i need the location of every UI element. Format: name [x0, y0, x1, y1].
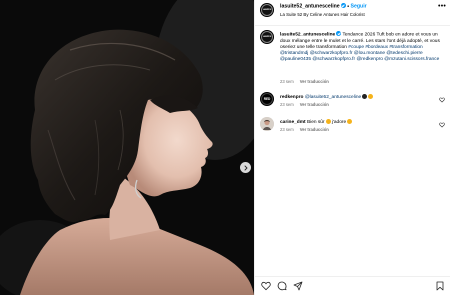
mention[interactable]: @lou.montane: [354, 51, 385, 56]
commenter-avatar[interactable]: RED: [260, 92, 274, 106]
comment-mention[interactable]: @lasuite52_antunesceline: [305, 95, 361, 100]
hashtag[interactable]: #transformation: [389, 45, 422, 50]
mention[interactable]: @tristandmdj: [280, 51, 308, 56]
mention[interactable]: @schwarzkopfpro.fr: [310, 51, 353, 56]
avatar-text: LA SUITE 52: [262, 36, 272, 38]
caption-time[interactable]: 23 sem: [280, 79, 294, 84]
separator: •: [347, 3, 350, 10]
commenter-avatar[interactable]: [260, 117, 274, 131]
comment-username[interactable]: redkenpro: [280, 95, 303, 100]
caption-username[interactable]: lasuite52_antunesceline: [280, 33, 335, 38]
comment-time[interactable]: 23 sem: [280, 127, 294, 132]
hashtag[interactable]: #coupe: [348, 45, 364, 50]
comment-text: Bien sûr: [306, 120, 325, 126]
verified-icon: [336, 31, 342, 36]
save-icon[interactable]: [435, 281, 445, 291]
hashtag[interactable]: #bordeaux: [365, 45, 388, 50]
verified-icon: [340, 3, 346, 8]
more-icon[interactable]: •••: [438, 3, 446, 10]
comment-meta: 23 sem Ver traducción: [280, 102, 335, 107]
chevron-right-icon: [244, 165, 248, 170]
portrait-photo: [0, 0, 254, 295]
see-translation-link[interactable]: Ver traducción: [300, 79, 329, 84]
mention[interactable]: @redkenpro: [356, 57, 382, 62]
share-icon[interactable]: [293, 281, 303, 291]
like-comment-heart-icon[interactable]: [439, 97, 445, 103]
comment-body: carine_dmt Bien sûr j'adore: [280, 119, 430, 126]
post-side-panel: LA SUITE 52 lasuite52_antunesceline • Segu…: [254, 0, 450, 295]
author-username[interactable]: lasuite52_antunesceline: [280, 4, 340, 10]
post-header: LA SUITE 52 lasuite52_antunesceline • Segu…: [255, 0, 450, 26]
see-translation-link[interactable]: Ver traducción: [300, 127, 329, 132]
like-comment-heart-icon[interactable]: [439, 122, 445, 128]
author-subtitle[interactable]: La Suite 52 By Celine Antunes Hair Color…: [280, 12, 365, 17]
smile-emoji-icon: [325, 119, 331, 124]
comment-text-2: j'adore: [331, 120, 347, 126]
post-caption: lasuite52_antunesceline Tendance 2026 Tu…: [280, 31, 446, 63]
heart-icon[interactable]: [261, 281, 271, 291]
comment-icon[interactable]: [277, 281, 287, 291]
instagram-post-modal: LA SUITE 52 lasuite52_antunesceline • Segu…: [0, 0, 450, 295]
avatar-text: LA SUITE 52: [262, 9, 272, 11]
next-image-button[interactable]: [240, 162, 251, 173]
caption-avatar[interactable]: LA SUITE 52: [260, 30, 274, 44]
mention[interactable]: @pauline0435: [280, 57, 311, 62]
post-action-bar: [255, 276, 450, 295]
mention[interactable]: @tedeschi.pierre: [386, 51, 422, 56]
see-translation-link[interactable]: Ver traducción: [300, 102, 329, 107]
mention[interactable]: @schwarzkopfpro.fr: [312, 57, 355, 62]
caption-meta: 23 sem Ver traducción: [280, 79, 335, 84]
comment-meta: 23 sem Ver traducción: [280, 127, 335, 132]
mention[interactable]: @mzutani.scissors.france: [384, 57, 439, 62]
post-image[interactable]: [0, 0, 254, 295]
black-heart-emoji-icon: [362, 94, 368, 99]
comment-username[interactable]: carine_dmt: [280, 120, 306, 125]
follow-button[interactable]: Seguir: [351, 4, 367, 10]
author-avatar[interactable]: LA SUITE 52: [260, 3, 274, 17]
heart-eyes-emoji-icon: [347, 119, 353, 124]
avatar-text: RED: [263, 97, 271, 101]
comment-time[interactable]: 23 sem: [280, 102, 294, 107]
heart-eyes-emoji-icon: [368, 94, 374, 99]
commenter-photo: [260, 117, 274, 131]
comment-body: redkenpro @lasuite52_antunesceline: [280, 94, 430, 101]
